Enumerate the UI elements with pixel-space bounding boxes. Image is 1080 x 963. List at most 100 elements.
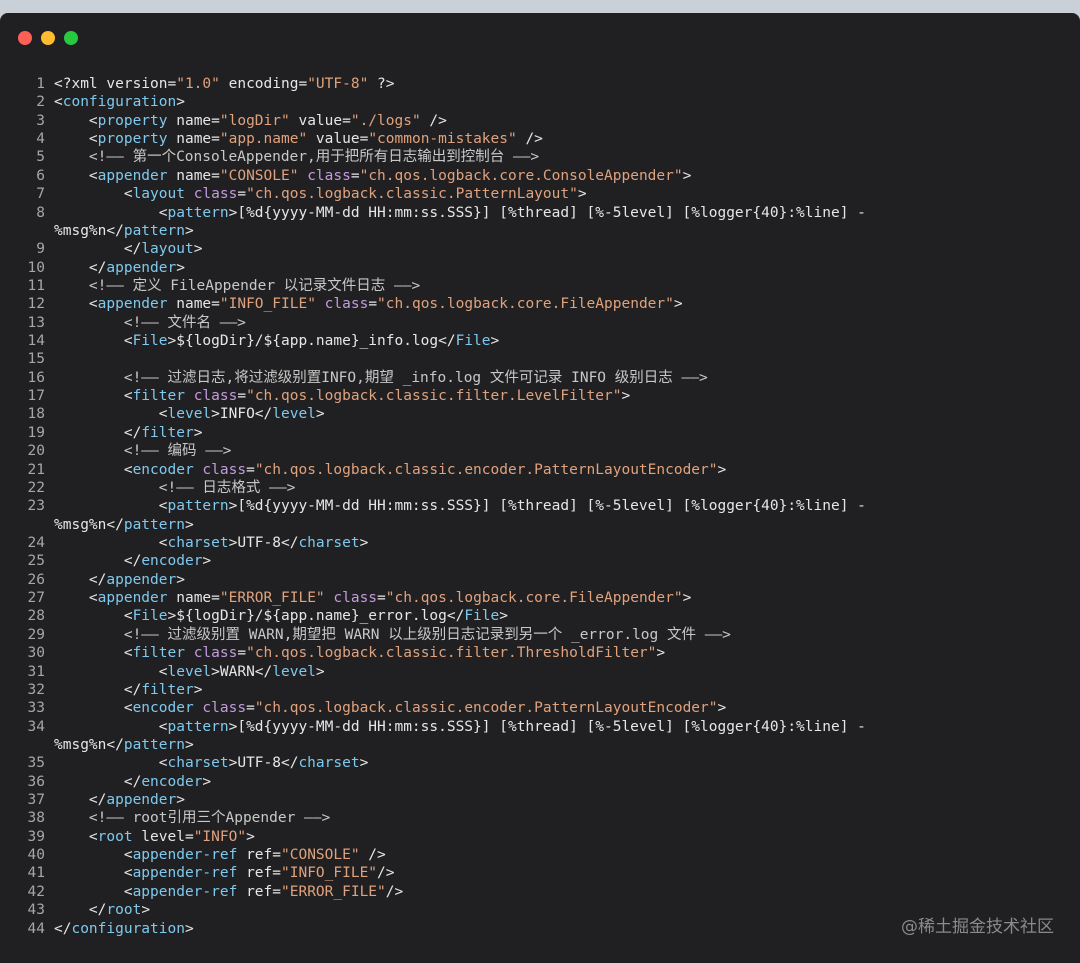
- line-number: 30: [27, 645, 45, 662]
- code-token: charset: [298, 755, 360, 772]
- code-token: =: [368, 296, 378, 313]
- code-line: 20 <!—— 编码 ——>: [0, 442, 1080, 460]
- line-text: %msg%n</pattern>: [54, 736, 194, 754]
- code-token: >: [184, 736, 194, 753]
- line-number: 31: [27, 663, 45, 680]
- line-text: </appender>: [54, 791, 185, 809]
- line-number: [0, 222, 54, 240]
- code-token: <!—— 第一个ConsoleAppender,用于把所有日志输出到控制台 ——…: [54, 149, 540, 166]
- code-token: pattern: [123, 516, 185, 533]
- code-token: />: [377, 865, 395, 882]
- line-text: <!—— 过滤级别置 WARN,期望把 WARN 以上级别日志记录到另一个 _e…: [54, 626, 731, 644]
- line-number: 8: [36, 204, 45, 221]
- code-token: level=: [132, 828, 194, 845]
- line-number: 24: [27, 534, 45, 551]
- line-number: 33: [27, 700, 45, 717]
- code-line: %msg%n</pattern>: [0, 222, 1080, 240]
- code-token: >: [717, 700, 727, 717]
- code-token: filter: [132, 388, 185, 405]
- minimize-icon[interactable]: [41, 31, 55, 45]
- line-text: <filter class="ch.qos.logback.classic.fi…: [54, 644, 665, 662]
- code-line: 1 <?xml version="1.0" encoding="UTF-8" ?>: [0, 75, 1080, 93]
- code-token: <: [54, 700, 133, 717]
- code-token: ref=: [237, 847, 281, 864]
- code-token: root: [106, 902, 142, 919]
- code-token: filter: [141, 681, 194, 698]
- code-token: File: [132, 608, 168, 625]
- code-token: <: [54, 333, 133, 350]
- code-line: 5 <!—— 第一个ConsoleAppender,用于把所有日志输出到控制台 …: [0, 148, 1080, 166]
- code-token: class: [324, 590, 378, 607]
- code-token: </: [54, 792, 107, 809]
- line-number: 29: [27, 626, 45, 643]
- code-token: </: [54, 424, 142, 441]
- code-token: %msg%n</: [54, 222, 124, 239]
- line-number: 3: [36, 112, 45, 129]
- code-line: 17 <filter class="ch.qos.logback.classic…: [0, 387, 1080, 405]
- line-text: </root>: [54, 901, 150, 919]
- code-token: <: [54, 131, 98, 148]
- code-line: 6 <appender name="CONSOLE" class="ch.qos…: [0, 167, 1080, 185]
- line-text: <!—— 文件名 ——>: [54, 314, 246, 332]
- code-token: <!—— 定义 FileAppender 以记录文件日志 ——>: [54, 277, 421, 294]
- line-text: <appender name="CONSOLE" class="ch.qos.l…: [54, 167, 691, 185]
- code-token: </: [54, 902, 107, 919]
- code-token: >: [359, 534, 369, 551]
- code-token: level: [167, 406, 212, 423]
- code-token: >: [682, 167, 692, 184]
- line-text: <encoder class="ch.qos.logback.classic.e…: [54, 461, 726, 479]
- code-token: <: [54, 112, 98, 129]
- code-line: 31 <level>WARN</level>: [0, 663, 1080, 681]
- code-token: </: [54, 571, 107, 588]
- line-number: 1: [36, 76, 45, 92]
- code-token: <: [54, 167, 98, 184]
- code-token: "INFO_FILE": [219, 296, 316, 313]
- code-token: charset: [167, 534, 229, 551]
- line-text: <level>INFO</level>: [54, 405, 325, 423]
- code-line: 39 <root level="INFO">: [0, 828, 1080, 846]
- line-text: <layout class="ch.qos.logback.classic.Pa…: [54, 185, 587, 203]
- code-token: File: [132, 333, 168, 350]
- code-line: 21 <encoder class="ch.qos.logback.classi…: [0, 461, 1080, 479]
- code-token: configuration: [62, 94, 177, 111]
- code-token: >: [176, 571, 185, 588]
- line-text: <appender name="INFO_FILE" class="ch.qos…: [54, 295, 683, 313]
- code-line: 13 <!—— 文件名 ——>: [0, 314, 1080, 332]
- code-token: <: [54, 865, 133, 882]
- code-token: "INFO": [193, 828, 247, 845]
- zoom-icon[interactable]: [64, 31, 78, 45]
- line-number: [0, 736, 54, 754]
- code-token: <: [54, 388, 133, 405]
- code-line: 23 <pattern>[%d{yyyy-MM-dd HH:mm:ss.SSS}…: [0, 497, 1080, 515]
- window-controls: [18, 31, 78, 45]
- code-token: "ch.qos.logback.core.FileAppender": [385, 590, 683, 607]
- code-token: </: [54, 773, 142, 790]
- code-token: </: [54, 241, 142, 258]
- code-token: <: [54, 590, 98, 607]
- code-token: >[%d{yyyy-MM-dd HH:mm:ss.SSS}] [%thread]…: [228, 498, 866, 515]
- code-token: <: [54, 608, 133, 625]
- code-token: property: [97, 131, 168, 148]
- code-token: >: [246, 828, 255, 845]
- code-token: charset: [298, 534, 360, 551]
- code-line: 40 <appender-ref ref="CONSOLE" />: [0, 846, 1080, 864]
- code-token: %msg%n</: [54, 516, 124, 533]
- code-token: >: [184, 222, 194, 239]
- code-line: 41 <appender-ref ref="INFO_FILE"/>: [0, 864, 1080, 882]
- line-number: 25: [27, 553, 45, 570]
- code-token: >[%d{yyyy-MM-dd HH:mm:ss.SSS}] [%thread]…: [228, 718, 866, 735]
- code-token: =: [246, 461, 255, 478]
- close-icon[interactable]: [18, 31, 32, 45]
- code-token: <!—— root引用三个Appender ——>: [54, 810, 331, 827]
- code-line: 36 </encoder>: [0, 773, 1080, 791]
- line-text: <appender-ref ref="ERROR_FILE"/>: [54, 883, 403, 901]
- code-token: filter: [141, 424, 194, 441]
- code-token: <?xml version=: [54, 76, 177, 92]
- code-token: level: [272, 406, 316, 423]
- code-token: </: [54, 259, 107, 276]
- line-text: <File>${logDir}/${app.name}_info.log</Fi…: [54, 332, 499, 350]
- code-token: root: [97, 828, 133, 845]
- code-token: "ERROR_FILE": [219, 590, 325, 607]
- code-token: >: [176, 792, 185, 809]
- code-token: encoder: [141, 773, 203, 790]
